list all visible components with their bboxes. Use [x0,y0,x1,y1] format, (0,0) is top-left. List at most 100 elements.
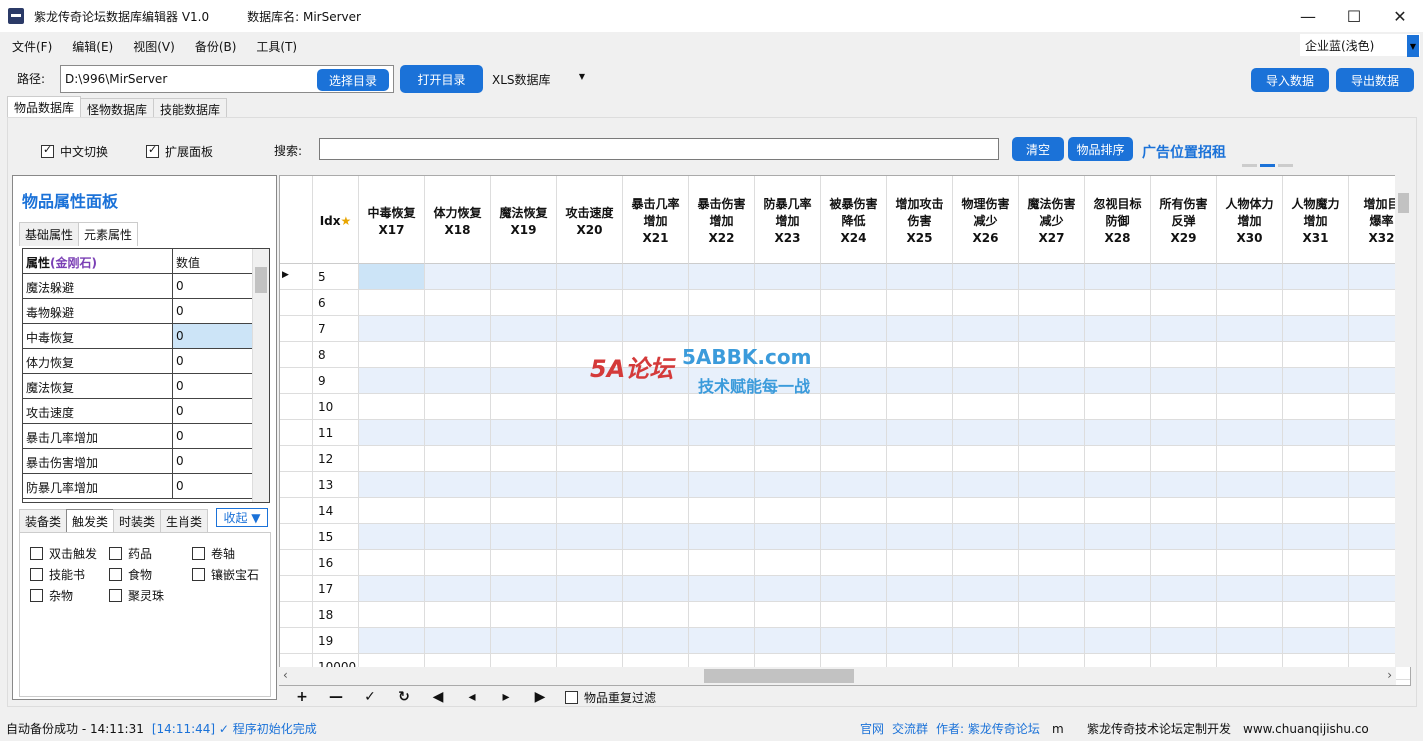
col-header[interactable]: 人物魔力 增加 X31 [1283,176,1349,264]
grid-cell[interactable] [755,576,821,602]
grid-cell[interactable] [1283,420,1349,446]
grid-cell[interactable] [359,576,425,602]
grid-cell[interactable] [1085,420,1151,446]
grid-cell[interactable] [1019,316,1085,342]
col-header[interactable]: 暴击几率 增加 X21 [623,176,689,264]
grid-cell[interactable] [1283,342,1349,368]
grid-cell[interactable] [623,524,689,550]
idx-cell[interactable]: 16 [313,550,359,576]
attribute-row[interactable]: 毒物躲避 0 [23,299,269,324]
grid-cell[interactable] [887,628,953,654]
grid-cell[interactable] [689,550,755,576]
grid-cell[interactable] [359,342,425,368]
col-header[interactable]: 人物体力 增加 X30 [1217,176,1283,264]
grid-cell[interactable] [1283,264,1349,290]
grid-cell[interactable] [1151,550,1217,576]
grid-cell[interactable] [623,290,689,316]
category-checkbox[interactable]: 食物 [109,566,152,583]
grid-cell[interactable] [623,472,689,498]
row-indicator[interactable] [280,368,313,394]
db-type-select[interactable]: XLS数据库 ▼ [488,68,588,88]
grid-cell[interactable] [1019,368,1085,394]
grid-cell[interactable] [953,446,1019,472]
grid-cell[interactable] [689,446,755,472]
grid-cell[interactable] [755,628,821,654]
table-row[interactable]: 14 [280,498,1410,524]
col-header[interactable]: 所有伤害 反弹 X29 [1151,176,1217,264]
grid-cell[interactable] [887,342,953,368]
grid-cell[interactable] [359,264,425,290]
grid-cell[interactable] [1019,498,1085,524]
open-dir-button[interactable]: 打开目录 [400,65,483,93]
grid-cell[interactable] [491,446,557,472]
row-indicator[interactable] [280,602,313,628]
grid-cell[interactable] [1217,368,1283,394]
grid-cell[interactable] [821,550,887,576]
grid-cell[interactable] [1151,368,1217,394]
grid-cell[interactable] [623,446,689,472]
attribute-row[interactable]: 暴击伤害增加 0 [23,449,269,474]
grid-cell[interactable] [491,368,557,394]
grid-cell[interactable] [557,290,623,316]
grid-cell[interactable] [491,576,557,602]
grid-cell[interactable] [1217,550,1283,576]
grid-cell[interactable] [1019,472,1085,498]
grid-cell[interactable] [1217,628,1283,654]
col-header[interactable]: 魔法恢复 X19 [491,176,557,264]
idx-cell[interactable]: 6 [313,290,359,316]
grid-cell[interactable] [755,446,821,472]
grid-cell[interactable] [1151,342,1217,368]
table-row[interactable]: 16 [280,550,1410,576]
grid-cell[interactable] [1085,368,1151,394]
grid-cell[interactable] [359,316,425,342]
grid-cell[interactable] [557,498,623,524]
tab-trigger[interactable]: 触发类 [66,509,115,534]
grid-cell[interactable] [425,290,491,316]
row-indicator[interactable] [280,420,313,446]
col-header[interactable]: 体力恢复 X18 [425,176,491,264]
attribute-row-selected[interactable]: 中毒恢复 0 [23,324,269,349]
status-author[interactable]: 作者: 紫龙传奇论坛 [936,720,1040,737]
grid-cell[interactable] [1151,420,1217,446]
grid-cell[interactable] [1283,472,1349,498]
idx-cell[interactable]: 18 [313,602,359,628]
menu-view[interactable]: 视图(V) [133,38,175,55]
maximize-button[interactable]: ☐ [1331,0,1377,32]
dup-filter-checkbox[interactable]: 物品重复过滤 [565,689,656,706]
grid-cell[interactable] [359,420,425,446]
col-header[interactable]: 防暴几率 增加 X23 [755,176,821,264]
tab-fashion[interactable]: 时装类 [113,509,162,534]
grid-cell[interactable] [953,368,1019,394]
carousel-dot[interactable] [1278,164,1293,167]
grid-cell[interactable] [491,264,557,290]
grid-cell[interactable] [425,576,491,602]
category-checkbox[interactable]: 镶嵌宝石 [192,566,259,583]
grid-cell[interactable] [425,472,491,498]
grid-cell[interactable] [1085,524,1151,550]
row-indicator[interactable] [280,472,313,498]
grid-cell[interactable] [887,290,953,316]
grid-cell[interactable] [755,524,821,550]
grid-cell[interactable] [887,472,953,498]
menu-edit[interactable]: 编辑(E) [72,38,113,55]
category-checkbox[interactable]: 药品 [109,545,152,562]
carousel-dot-active[interactable] [1260,164,1275,167]
attr-value[interactable]: 0 [173,324,253,348]
col-header[interactable]: 增加攻击 伤害 X25 [887,176,953,264]
grid-cell[interactable] [1019,602,1085,628]
grid-cell[interactable] [953,342,1019,368]
grid-cell[interactable] [1151,524,1217,550]
next-record-icon[interactable]: ▸ [489,689,523,705]
grid-cell[interactable] [1085,264,1151,290]
grid-cell[interactable] [1283,628,1349,654]
grid-cell[interactable] [755,498,821,524]
attr-value[interactable]: 0 [173,349,253,373]
grid-cell[interactable] [1151,316,1217,342]
grid-cell[interactable] [689,472,755,498]
category-checkbox[interactable]: 杂物 [30,587,73,604]
grid-cell[interactable] [887,550,953,576]
grid-cell[interactable] [821,498,887,524]
grid-cell[interactable] [1217,264,1283,290]
grid-cell[interactable] [887,394,953,420]
grid-cell[interactable] [359,446,425,472]
